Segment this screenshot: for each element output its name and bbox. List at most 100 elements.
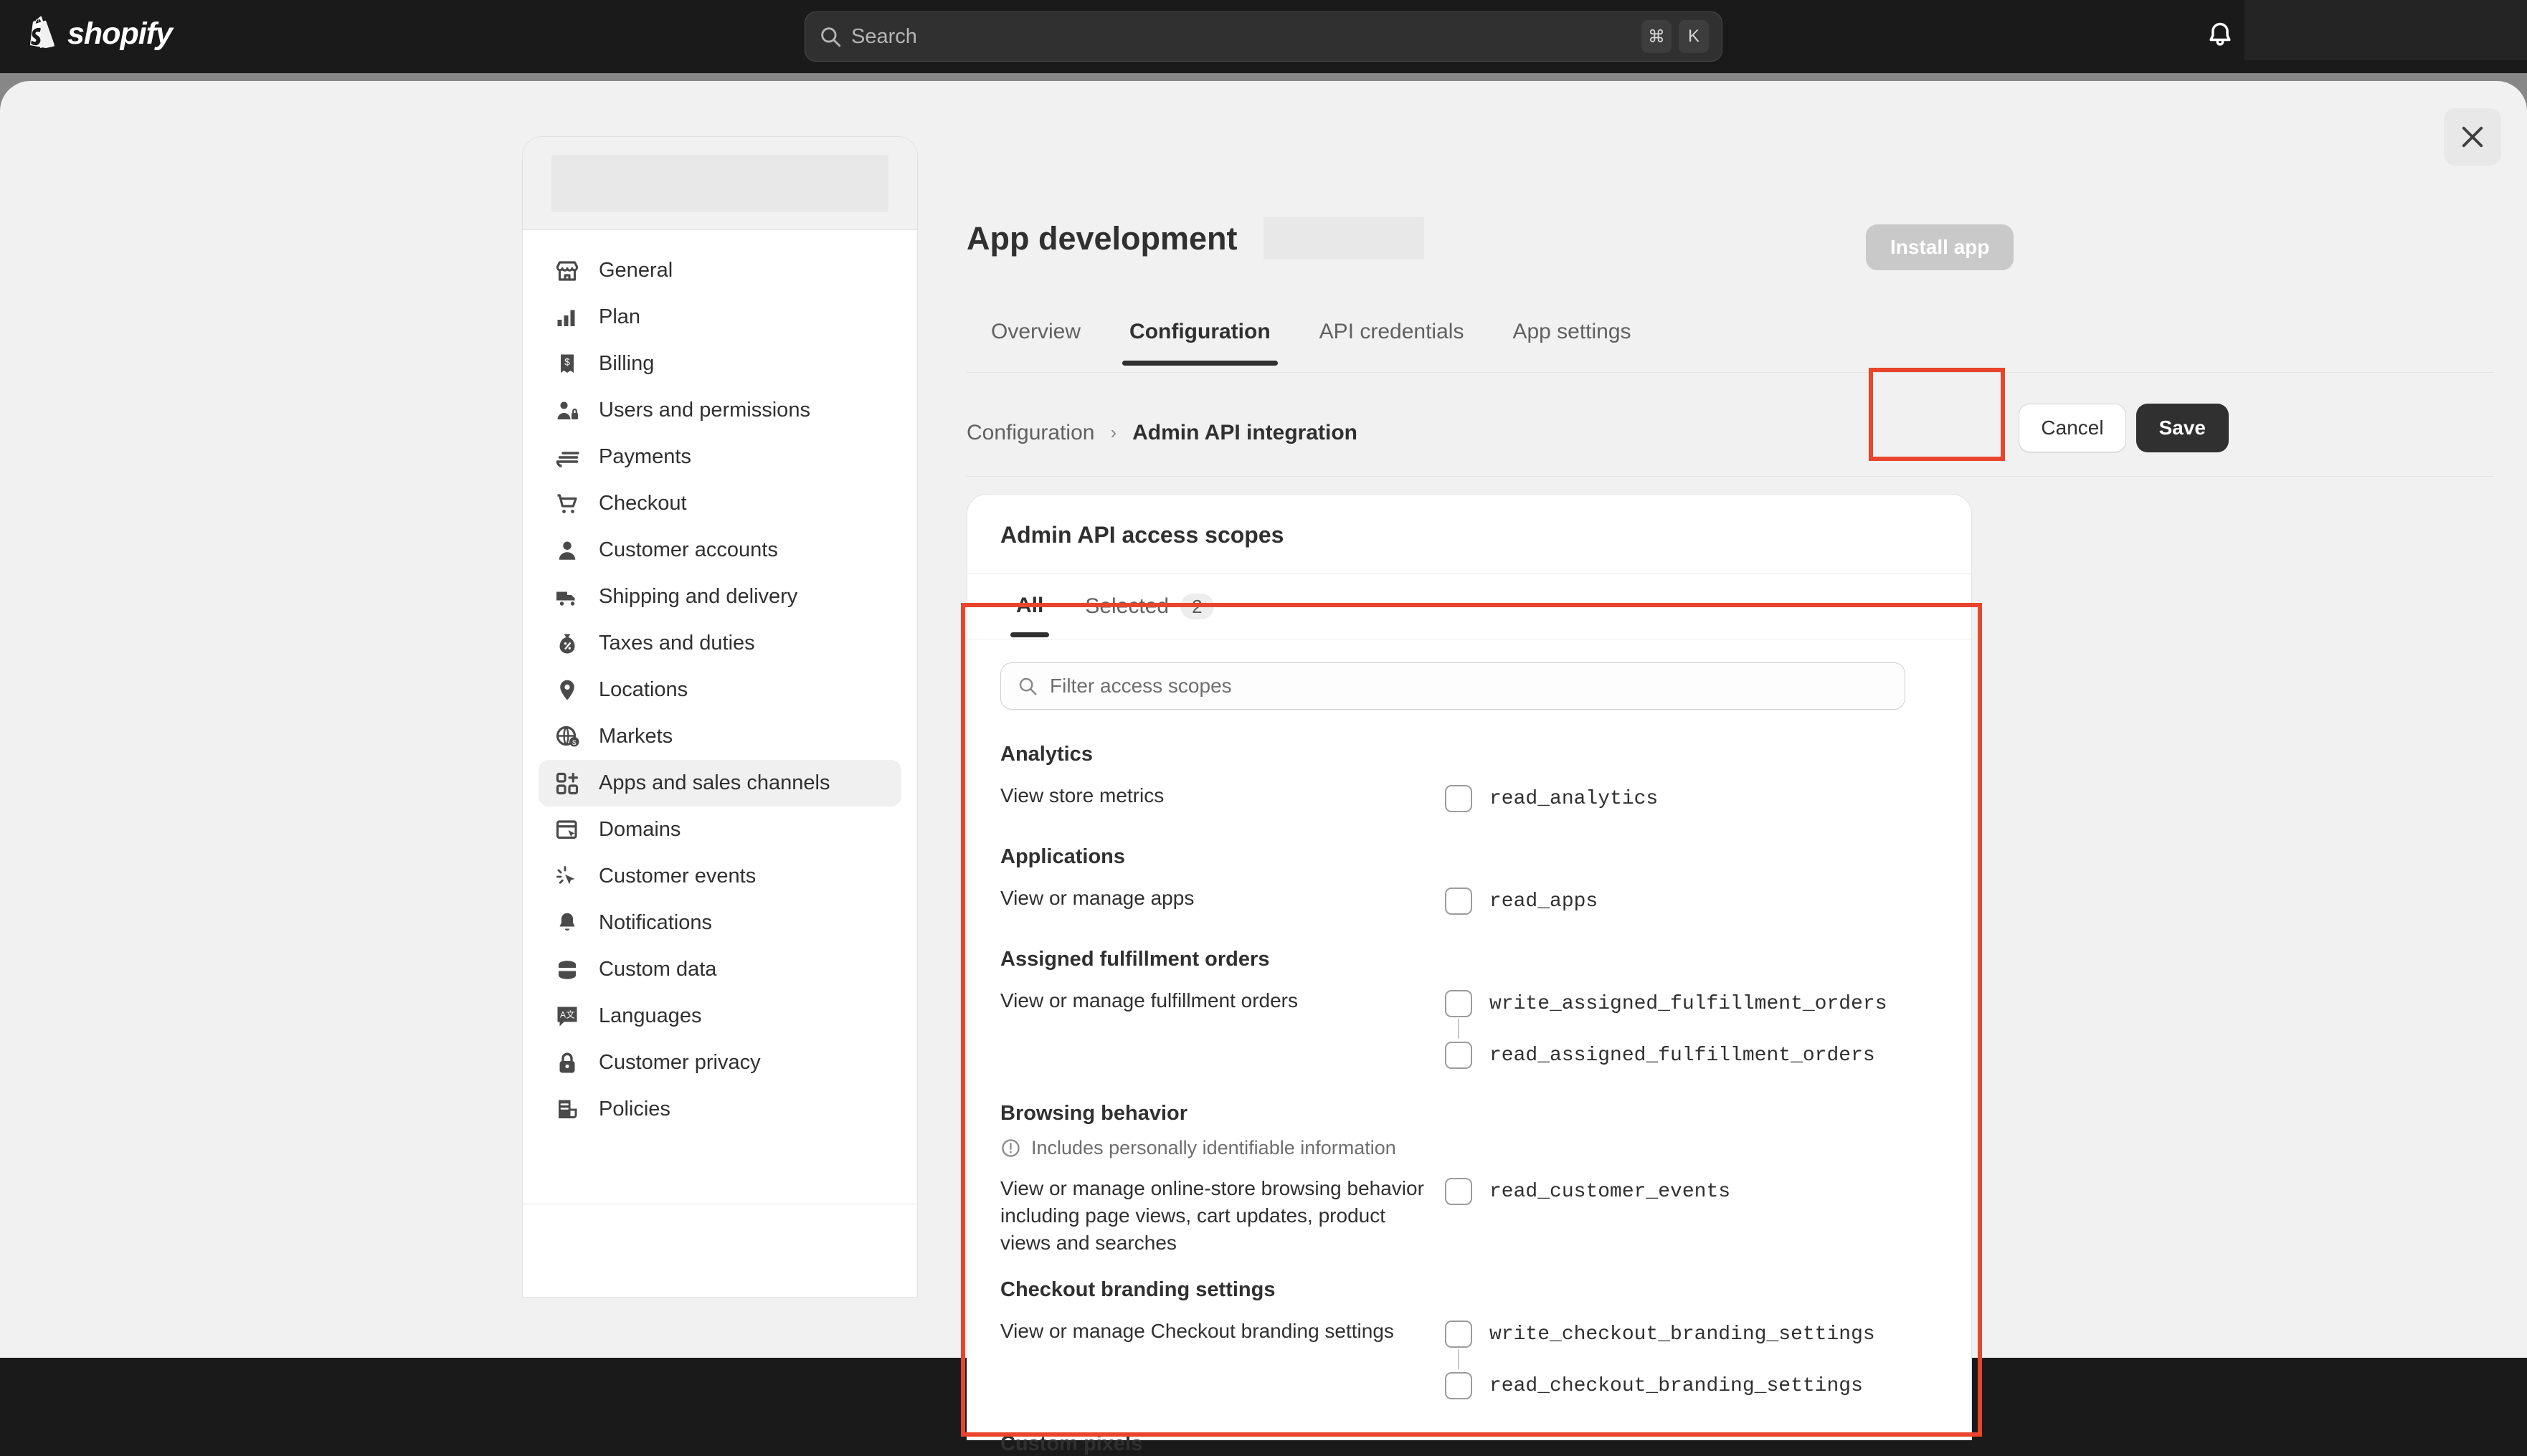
scope-group-applications: Applications View or manage apps read_ap…	[1000, 845, 1938, 918]
sidebar-footer	[523, 1204, 917, 1297]
sidebar-item-policies[interactable]: Policies	[539, 1086, 901, 1133]
location-pin-icon	[560, 680, 574, 700]
sidebar-item-label: Locations	[599, 678, 688, 701]
sidebar-item-languages[interactable]: A文 Languages	[539, 993, 901, 1039]
sidebar-item-users-and-permissions[interactable]: Users and permissions	[539, 387, 901, 434]
scopes-filter-tabs: All Selected 2	[967, 574, 1971, 639]
sidebar-item-label: General	[599, 259, 673, 282]
scopes-tab-label: Selected	[1085, 594, 1170, 618]
scope-group-title: Analytics	[1000, 743, 1093, 766]
sidebar-item-label: Apps and sales channels	[599, 771, 830, 794]
breadcrumb-current: Admin API integration	[1132, 420, 1358, 444]
scope-item[interactable]: write_assigned_fulfillment_orders	[1445, 987, 1887, 1020]
scope-checkbox-read-assigned-fulfillment-orders[interactable]	[1445, 1042, 1472, 1069]
save-button[interactable]: Save	[2135, 404, 2229, 452]
filter-access-scopes-input[interactable]: Filter access scopes	[1000, 662, 1905, 710]
scope-item[interactable]: read_assigned_fulfillment_orders	[1445, 1039, 1887, 1072]
tab-api-credentials[interactable]: API credentials	[1295, 314, 1489, 363]
notifications-button[interactable]	[2200, 16, 2240, 56]
svg-text:$: $	[564, 356, 570, 367]
sidebar-item-notifications[interactable]: Notifications	[539, 900, 901, 946]
sidebar-item-general[interactable]: General	[539, 247, 901, 294]
scope-group-description: View or manage online-store browsing beh…	[1000, 1177, 1424, 1255]
pii-notice: Includes personally identifiable informa…	[1000, 1137, 1938, 1159]
svg-text:文: 文	[566, 1009, 574, 1019]
scope-checkbox-read-customer-events[interactable]	[1445, 1178, 1472, 1205]
sidebar-item-label: Payments	[599, 445, 691, 468]
kbd-k: K	[1679, 20, 1709, 53]
bell-icon	[2209, 22, 2231, 46]
scope-group-description: View or manage apps	[1000, 887, 1195, 909]
sidebar-item-label: Languages	[599, 1004, 702, 1027]
scope-item[interactable]: read_checkout_branding_settings	[1445, 1369, 1875, 1402]
scopes-tab-all[interactable]: All	[1000, 589, 1059, 637]
search-placeholder: Search	[851, 24, 917, 48]
sidebar-item-customer-events[interactable]: Customer events	[539, 853, 901, 900]
tab-overview[interactable]: Overview	[967, 314, 1105, 363]
filter-placeholder: Filter access scopes	[1050, 675, 1232, 697]
scope-item[interactable]: read_customer_events	[1445, 1175, 1730, 1208]
shopify-logo[interactable]: shopify	[24, 16, 173, 52]
sidebar-item-domains[interactable]: Domains	[539, 806, 901, 853]
chart-bar-icon	[557, 310, 575, 326]
selected-count-badge: 2	[1180, 594, 1214, 619]
sidebar-item-label: Checkout	[599, 492, 687, 515]
sidebar-item-payments[interactable]: Payments	[539, 434, 901, 480]
scope-checkbox-read-analytics[interactable]	[1445, 785, 1472, 812]
sidebar-item-label: Domains	[599, 818, 681, 841]
money-bag-percent-icon	[559, 634, 575, 653]
app-development-modal: General Plan $ Billing Users and permiss…	[0, 81, 2527, 1455]
sidebar-item-apps-and-sales-channels[interactable]: Apps and sales channels	[539, 760, 901, 806]
svg-text:$: $	[572, 739, 577, 747]
admin-api-access-scopes-card: Admin API access scopes All Selected 2 F…	[967, 494, 1972, 1455]
sidebar-item-shipping-and-delivery[interactable]: Shipping and delivery	[539, 574, 901, 620]
scope-group-analytics: Analytics View store metrics read_analyt…	[1000, 743, 1938, 815]
info-circle-icon	[1002, 1139, 1020, 1157]
scope-code-label: write_checkout_branding_settings	[1489, 1323, 1875, 1346]
store-name-placeholder	[551, 154, 888, 212]
scope-checkbox-write-assigned-fulfillment-orders[interactable]	[1445, 990, 1472, 1017]
search-shortcut: ⌘ K	[1641, 20, 1709, 53]
scope-checkbox-read-checkout-branding-settings[interactable]	[1445, 1372, 1472, 1400]
sidebar-item-label: Taxes and duties	[599, 632, 755, 655]
sidebar-item-customer-accounts[interactable]: Customer accounts	[539, 527, 901, 574]
sidebar-item-custom-data[interactable]: Custom data	[539, 946, 901, 993]
store-icon	[556, 260, 579, 281]
tab-app-settings[interactable]: App settings	[1488, 314, 1655, 363]
install-app-button[interactable]: Install app	[1866, 224, 2014, 270]
scope-group-browsing-behavior: Browsing behavior Includes personally id…	[1000, 1102, 1938, 1257]
profile-area[interactable]	[2244, 0, 2527, 60]
page-header: App development	[967, 217, 1424, 260]
tab-configuration[interactable]: Configuration	[1105, 314, 1295, 366]
sidebar-item-billing[interactable]: $ Billing	[539, 341, 901, 387]
sidebar-item-locations[interactable]: Locations	[539, 667, 901, 713]
scope-group-description: View or manage fulfillment orders	[1000, 989, 1299, 1012]
scope-checkbox-write-checkout-branding-settings[interactable]	[1445, 1321, 1472, 1348]
scope-connector-line	[1458, 1019, 1459, 1039]
delivery-truck-icon	[556, 591, 575, 606]
close-modal-button[interactable]	[2444, 108, 2501, 166]
sidebar-item-plan[interactable]: Plan	[539, 294, 901, 341]
sidebar-item-checkout[interactable]: Checkout	[539, 480, 901, 527]
scope-item[interactable]: read_apps	[1445, 885, 1598, 918]
scope-group-title: Custom pixels	[1000, 1432, 1143, 1456]
scope-item[interactable]: read_analytics	[1445, 782, 1658, 815]
app-name-placeholder	[1263, 217, 1424, 260]
sidebar-item-taxes-and-duties[interactable]: Taxes and duties	[539, 620, 901, 667]
breadcrumb-parent-link[interactable]: Configuration	[967, 421, 1094, 445]
sidebar-item-label: Notifications	[599, 911, 712, 934]
sidebar-item-label: Markets	[599, 725, 673, 748]
scope-checkbox-group: read_customer_events	[1431, 1175, 1730, 1257]
scopes-tab-selected[interactable]: Selected 2	[1069, 589, 1229, 637]
page-title: App development	[967, 219, 1238, 257]
sidebar-nav-list: General Plan $ Billing Users and permiss…	[523, 230, 917, 1133]
sidebar-item-markets[interactable]: $ Markets	[539, 713, 901, 760]
global-search-input[interactable]: Search ⌘ K	[805, 11, 1722, 62]
scope-item[interactable]: write_checkout_branding_settings	[1445, 1318, 1875, 1351]
sidebar-item-customer-privacy[interactable]: Customer privacy	[539, 1039, 901, 1086]
search-icon	[1019, 677, 1037, 695]
cancel-button[interactable]: Cancel	[2019, 404, 2126, 452]
scope-checkbox-read-apps[interactable]	[1445, 888, 1472, 915]
scope-group-title: Browsing behavior	[1000, 1102, 1188, 1125]
app-tabs: Overview Configuration API credentials A…	[967, 314, 2494, 373]
